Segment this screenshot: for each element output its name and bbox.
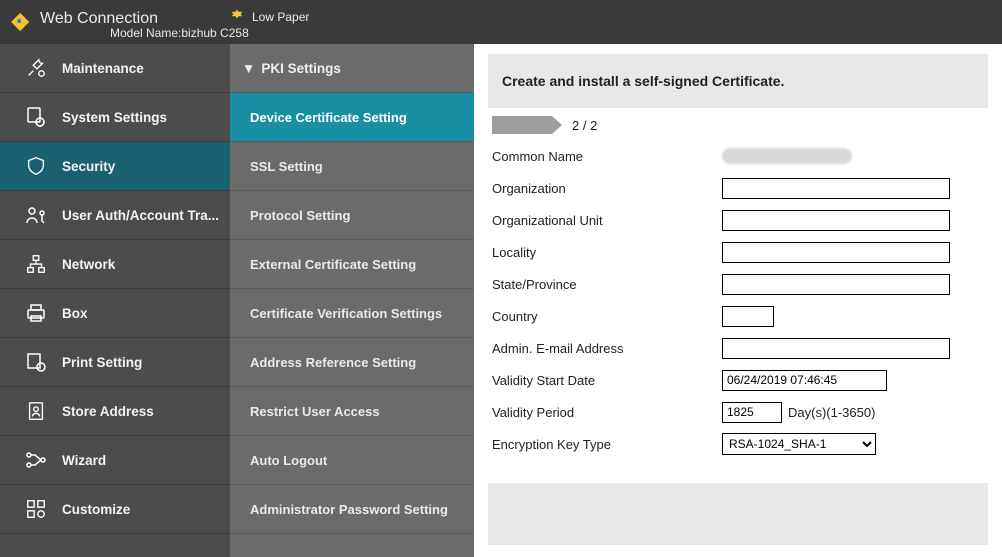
user-key-icon xyxy=(22,201,50,229)
app-header: Web Connection Model Name:bizhub C258 Lo… xyxy=(0,0,1002,44)
print-gear-icon xyxy=(22,348,50,376)
label-locality: Locality xyxy=(492,245,722,260)
label-org-unit: Organizational Unit xyxy=(492,213,722,228)
collapse-triangle-icon: ▼ xyxy=(242,61,255,76)
org-unit-field[interactable] xyxy=(722,210,950,231)
wizard-flow-icon xyxy=(22,446,50,474)
settings-gear-icon xyxy=(22,103,50,131)
subnav-item-label: External Certificate Setting xyxy=(250,257,416,272)
progress-arrow-icon xyxy=(492,116,552,134)
label-country: Country xyxy=(492,309,722,324)
subnav-item-label: Administrator Password Setting xyxy=(250,502,448,517)
sidebar-item-label: Print Setting xyxy=(62,355,142,370)
sidebar-item-label: User Auth/Account Tra... xyxy=(62,208,219,223)
subnav-item-label: Certificate Verification Settings xyxy=(250,306,442,321)
subnav-item-ssl[interactable]: SSL Setting xyxy=(230,142,474,191)
sidebar-item-store-address[interactable]: Store Address xyxy=(0,387,230,436)
subnav-section-title: PKI Settings xyxy=(261,61,341,76)
sidebar-item-label: Maintenance xyxy=(62,61,144,76)
grid-gear-icon xyxy=(22,495,50,523)
subnav-item-admin-password[interactable]: Administrator Password Setting xyxy=(230,485,474,534)
app-title: Web Connection xyxy=(40,10,158,28)
sidebar-item-label: Wizard xyxy=(62,453,106,468)
shield-icon xyxy=(22,152,50,180)
subnav-item-label: Device Certificate Setting xyxy=(250,110,407,125)
sidebar-item-network[interactable]: Network xyxy=(0,240,230,289)
sidebar-item-label: Network xyxy=(62,257,115,272)
label-enc-key-type: Encryption Key Type xyxy=(492,437,722,452)
footer-action-bar xyxy=(488,483,988,545)
subnav-item-external-cert[interactable]: External Certificate Setting xyxy=(230,240,474,289)
sidebar-item-box[interactable]: Box xyxy=(0,289,230,338)
label-organization: Organization xyxy=(492,181,722,196)
secondary-sidebar: ▼ PKI Settings Device Certificate Settin… xyxy=(230,44,474,557)
locality-field[interactable] xyxy=(722,242,950,263)
page-title: Create and install a self-signed Certifi… xyxy=(488,54,988,108)
organization-field[interactable] xyxy=(722,178,950,199)
step-indicator: 2 / 2 xyxy=(492,116,984,134)
page-title-text: Create and install a self-signed Certifi… xyxy=(502,73,784,89)
sidebar-item-system-settings[interactable]: System Settings xyxy=(0,93,230,142)
sidebar-item-wizard[interactable]: Wizard xyxy=(0,436,230,485)
subnav-item-label: Address Reference Setting xyxy=(250,355,416,370)
subnav-item-restrict-user[interactable]: Restrict User Access xyxy=(230,387,474,436)
tools-icon xyxy=(22,54,50,82)
sidebar-item-label: Box xyxy=(62,306,88,321)
label-common-name: Common Name xyxy=(492,149,722,164)
sidebar-item-print-setting[interactable]: Print Setting xyxy=(0,338,230,387)
subnav-item-label: Restrict User Access xyxy=(250,404,380,419)
model-name-label: Model Name:bizhub C258 xyxy=(110,26,249,40)
sidebar-item-label: Store Address xyxy=(62,404,154,419)
enc-key-type-select[interactable]: RSA-1024_SHA-1 xyxy=(722,433,876,455)
main-content: Create and install a self-signed Certifi… xyxy=(474,44,1002,557)
subnav-item-label: Protocol Setting xyxy=(250,208,350,223)
label-validity-period: Validity Period xyxy=(492,405,722,420)
subnav-item-auto-logout[interactable]: Auto Logout xyxy=(230,436,474,485)
sidebar-item-label: Security xyxy=(62,159,115,174)
state-field[interactable] xyxy=(722,274,950,295)
primary-sidebar: Maintenance System Settings Security Use… xyxy=(0,44,230,557)
pagescope-logo-icon xyxy=(10,10,34,34)
validity-period-field[interactable] xyxy=(722,402,782,423)
status-low-paper: Low Paper xyxy=(228,8,309,26)
sidebar-item-label: System Settings xyxy=(62,110,167,125)
country-field[interactable] xyxy=(722,306,774,327)
admin-email-field[interactable] xyxy=(722,338,950,359)
sidebar-item-label: Customize xyxy=(62,502,130,517)
common-name-value-redacted xyxy=(722,148,852,164)
step-text: 2 / 2 xyxy=(572,118,597,133)
subnav-section-header[interactable]: ▼ PKI Settings xyxy=(230,44,474,93)
subnav-item-cert-verify[interactable]: Certificate Verification Settings xyxy=(230,289,474,338)
subnav-item-device-cert[interactable]: Device Certificate Setting xyxy=(230,93,474,142)
network-icon xyxy=(22,250,50,278)
subnav-item-address-ref[interactable]: Address Reference Setting xyxy=(230,338,474,387)
sidebar-item-security[interactable]: Security xyxy=(0,142,230,191)
subnav-item-protocol[interactable]: Protocol Setting xyxy=(230,191,474,240)
status-low-paper-label: Low Paper xyxy=(252,10,309,24)
label-start-date: Validity Start Date xyxy=(492,373,722,388)
printer-box-icon xyxy=(22,299,50,327)
sidebar-item-customize[interactable]: Customize xyxy=(0,485,230,534)
start-date-field[interactable] xyxy=(722,370,887,391)
label-admin-email: Admin. E-mail Address xyxy=(492,341,722,356)
sidebar-item-maintenance[interactable]: Maintenance xyxy=(0,44,230,93)
bell-warning-icon xyxy=(228,8,252,26)
label-state: State/Province xyxy=(492,277,722,292)
validity-period-units: Day(s)(1-3650) xyxy=(788,405,875,420)
sidebar-item-user-auth[interactable]: User Auth/Account Tra... xyxy=(0,191,230,240)
subnav-item-label: SSL Setting xyxy=(250,159,323,174)
subnav-item-label: Auto Logout xyxy=(250,453,327,468)
address-book-icon xyxy=(22,397,50,425)
